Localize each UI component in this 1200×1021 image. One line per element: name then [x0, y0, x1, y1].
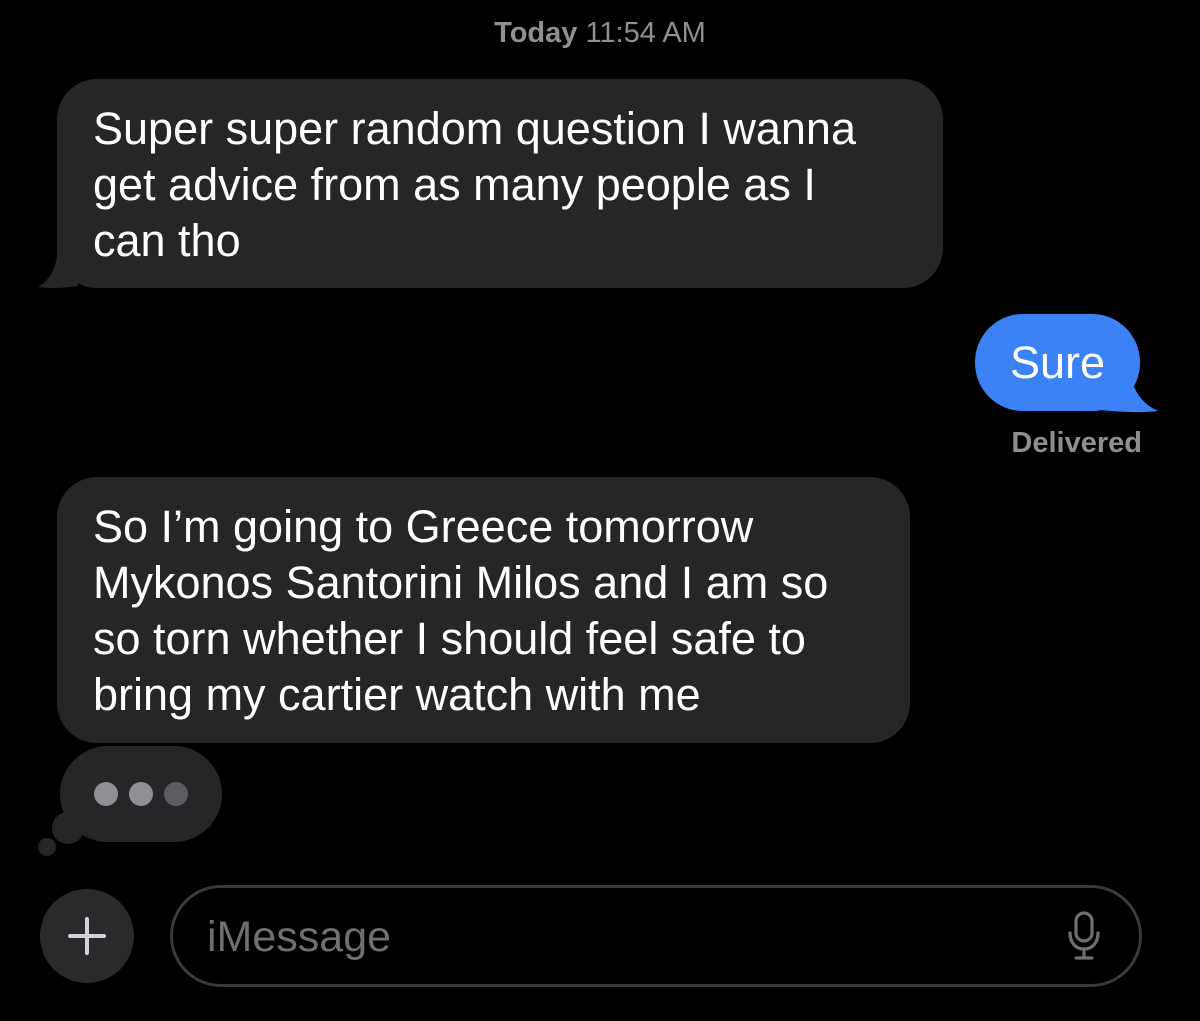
- conversation-timestamp: Today 11:54 AM: [0, 14, 1200, 52]
- incoming-message-bubble[interactable]: Super super random question I wanna get …: [57, 79, 943, 288]
- message-line: Mykonos Santorini Milos and I am so: [93, 557, 829, 608]
- outgoing-message-bubble[interactable]: Sure: [975, 314, 1140, 411]
- typing-dots-icon: [94, 782, 118, 806]
- delivery-status: Delivered: [1011, 427, 1142, 459]
- timestamp-day: Today: [494, 17, 578, 49]
- message-line: So I’m going to Greece tomorrow: [93, 501, 754, 552]
- typing-dots-icon: [129, 782, 153, 806]
- typing-indicator-tail-small: [38, 838, 56, 856]
- message-line: Super super random question I wanna: [93, 103, 856, 154]
- message-line: get advice from as many people as I: [93, 159, 816, 210]
- message-line: can tho: [93, 215, 241, 266]
- microphone-icon[interactable]: [1067, 911, 1101, 961]
- typing-indicator: [60, 746, 222, 842]
- typing-dots-icon: [164, 782, 188, 806]
- plus-icon: [68, 917, 106, 955]
- message-line: bring my cartier watch with me: [93, 669, 701, 720]
- message-text: Sure: [1009, 337, 1106, 388]
- message-input[interactable]: iMessage: [170, 885, 1142, 987]
- timestamp-time: 11:54 AM: [585, 17, 706, 49]
- message-line: so torn whether I should feel safe to: [93, 613, 806, 664]
- message-input-placeholder: iMessage: [207, 913, 392, 961]
- incoming-message-bubble[interactable]: So I’m going to Greece tomorrow Mykonos …: [57, 477, 910, 743]
- add-attachment-button[interactable]: [40, 889, 134, 983]
